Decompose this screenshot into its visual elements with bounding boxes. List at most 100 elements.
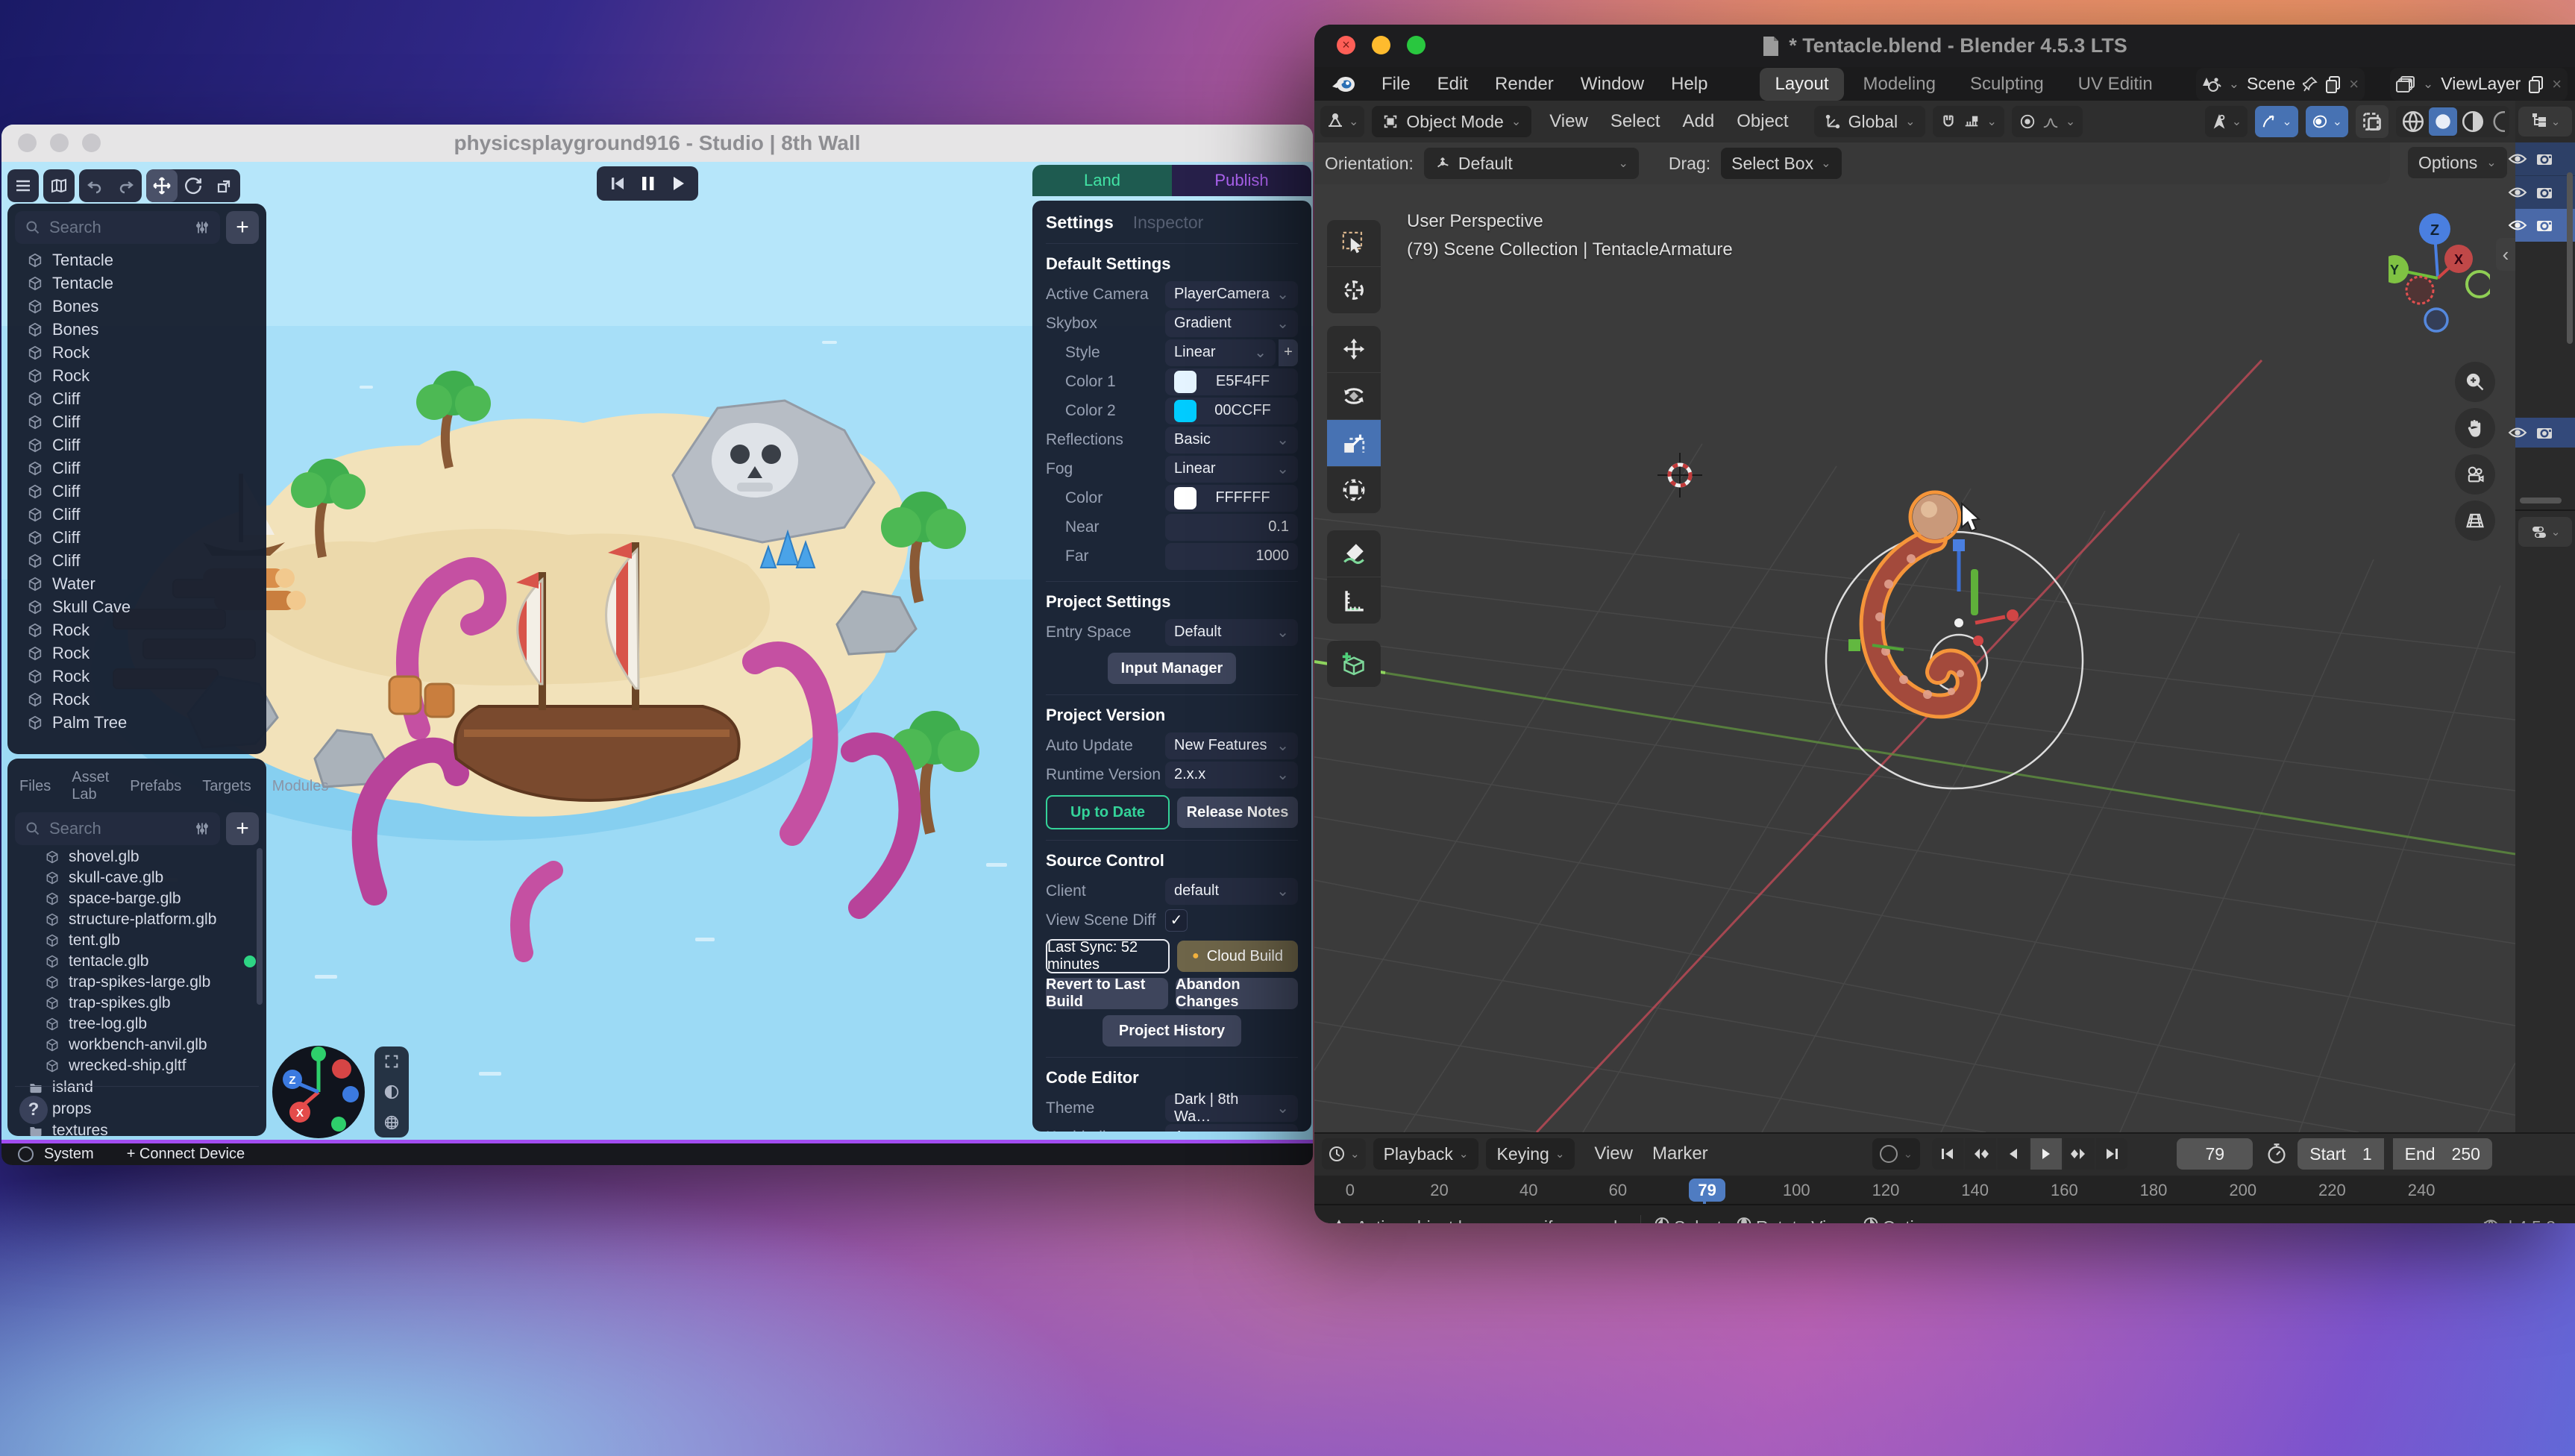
editor-type-button[interactable]: ⌄	[1320, 106, 1364, 137]
tab-inspector[interactable]: Inspector	[1133, 213, 1204, 233]
file-item[interactable]: wrecked-ship.gltf	[7, 1055, 266, 1076]
hierarchy-item[interactable]: Cliff	[7, 503, 266, 526]
timeline-tick[interactable]: 220	[2318, 1181, 2346, 1199]
timeline-marker-menu[interactable]: Marker	[1652, 1143, 1708, 1164]
skip-to-start-icon[interactable]	[609, 175, 626, 192]
timeline-ruler[interactable]: 020406079100120140160180200220240	[1314, 1176, 2575, 1205]
shading-solid-icon[interactable]	[2429, 107, 2457, 136]
xray-toggle[interactable]: ⌄	[2306, 106, 2348, 137]
viewlayer-name[interactable]: ViewLayer	[2441, 74, 2521, 94]
outliner-row[interactable]	[2515, 418, 2575, 448]
files-tab[interactable]: Targets	[202, 778, 251, 795]
files-scrollbar[interactable]	[257, 848, 263, 1005]
help-icon[interactable]: ?	[19, 1096, 48, 1124]
timeline-tick[interactable]: 180	[2140, 1181, 2168, 1199]
files-tab[interactable]: Files	[19, 778, 51, 795]
snap-magnet-icon[interactable]	[1940, 113, 1957, 130]
hierarchy-item[interactable]: Bones	[7, 318, 266, 341]
tab-land[interactable]: Land	[1032, 165, 1172, 196]
mode-selector[interactable]: Object Mode⌄	[1372, 106, 1531, 137]
hierarchy-item[interactable]: Cliff	[7, 410, 266, 433]
file-item[interactable]: trap-spikes.glb	[7, 993, 266, 1014]
auto-key-record-icon[interactable]	[1880, 1145, 1898, 1163]
timeline-view-menu[interactable]: View	[1594, 1143, 1633, 1164]
outliner-hscrollbar[interactable]	[2520, 498, 2562, 503]
play-icon[interactable]	[671, 175, 686, 192]
new-viewlayer-icon[interactable]	[2528, 75, 2544, 93]
pin-icon[interactable]	[2303, 76, 2318, 92]
view-scene-diff-checkbox[interactable]	[1165, 909, 1188, 932]
file-item[interactable]: workbench-anvil.glb	[7, 1035, 266, 1055]
file-item[interactable]: skull-cave.glb	[7, 867, 266, 888]
scene-name[interactable]: Scene	[2247, 74, 2295, 94]
hierarchy-item[interactable]: Water	[7, 572, 266, 595]
eye-icon[interactable]	[2508, 184, 2527, 201]
proportional-edit-icon[interactable]	[2019, 113, 2036, 130]
select-box-tool[interactable]	[1327, 220, 1381, 266]
timeline-tick[interactable]: 0	[1346, 1181, 1355, 1199]
keying-menu[interactable]: Keying⌄	[1486, 1138, 1575, 1170]
show-overlays-toggle[interactable]: ⌄	[2255, 106, 2298, 137]
orientation-select[interactable]: Default⌄	[1424, 148, 1639, 179]
timeline-tick[interactable]: 60	[1609, 1181, 1627, 1199]
hierarchy-item[interactable]: Cliff	[7, 549, 266, 572]
shading-wireframe-icon[interactable]	[2399, 107, 2427, 136]
file-item[interactable]: tent.glb	[7, 930, 266, 951]
ortho-grid-icon[interactable]	[2455, 501, 2495, 541]
files-tab[interactable]: Modules	[272, 778, 329, 795]
hierarchy-item[interactable]: Rock	[7, 364, 266, 387]
hierarchy-item[interactable]: Cliff	[7, 480, 266, 503]
map-icon[interactable]	[43, 169, 75, 202]
blender-logo-icon[interactable]	[1331, 75, 1356, 94]
menu-item[interactable]: File	[1381, 74, 1411, 95]
options-button[interactable]: Options⌄	[2408, 147, 2507, 178]
navigation-gizmo[interactable]: Z X Y	[2389, 195, 2490, 344]
eye-icon[interactable]	[2508, 424, 2527, 441]
file-item[interactable]: trap-spikes-large.glb	[7, 972, 266, 993]
hierarchy-item[interactable]: Cliff	[7, 433, 266, 456]
workspace-tab[interactable]: UV Editin	[2063, 68, 2168, 101]
collapse-sidebar-icon[interactable]: ‹	[2496, 238, 2515, 271]
menu-item[interactable]: Edit	[1437, 74, 1468, 95]
style-add-button[interactable]: +	[1279, 339, 1298, 366]
blender-titlebar[interactable]: × * Tentacle.blend - Blender 4.5.3 LTS	[1314, 25, 2575, 67]
remove-viewlayer-icon[interactable]: ×	[2552, 75, 2562, 94]
tab-publish[interactable]: Publish	[1172, 165, 1311, 196]
scene-datablock-icon[interactable]	[2202, 75, 2221, 93]
timeline-tick[interactable]: 240	[2408, 1181, 2436, 1199]
timeline-tick[interactable]: 100	[1783, 1181, 1810, 1199]
studio-orientation-gizmo[interactable]: Z X	[270, 1044, 367, 1140]
annotate-tool[interactable]	[1327, 530, 1381, 577]
menu-item[interactable]: Help	[1671, 74, 1707, 95]
color1-swatch[interactable]	[1174, 371, 1196, 393]
timeline-tick[interactable]: 79	[1689, 1179, 1725, 1202]
rotate-tool-button[interactable]	[178, 169, 209, 202]
color2-field[interactable]: 00CCFF	[1165, 398, 1298, 424]
filter-icon[interactable]	[195, 821, 210, 836]
drag-select[interactable]: Select Box⌄	[1721, 148, 1841, 179]
stopwatch-icon[interactable]	[2266, 1143, 2287, 1165]
play-button[interactable]	[2030, 1138, 2062, 1170]
abandon-changes-button[interactable]: Abandon Changes	[1176, 978, 1298, 1009]
next-keyframe-button[interactable]	[2063, 1138, 2095, 1170]
properties-editor-type-button[interactable]: ⌄	[2518, 517, 2572, 547]
folder-item[interactable]: textures	[7, 1120, 266, 1140]
viewlayer-datablock-icon[interactable]	[2396, 75, 2415, 93]
skybox-select[interactable]: Gradient	[1165, 310, 1298, 337]
file-item[interactable]: shovel.glb	[7, 847, 266, 867]
files-tab[interactable]: Prefabs	[130, 778, 181, 795]
outliner-editor-type-button[interactable]: ⌄	[2518, 107, 2572, 136]
fog-select[interactable]: Linear	[1165, 456, 1298, 483]
eye-icon[interactable]	[2508, 151, 2527, 167]
workspace-tab[interactable]: Sculpting	[1955, 68, 2059, 101]
render-visibility-camera-icon[interactable]	[2535, 150, 2556, 168]
files-tab[interactable]: Asset Lab	[72, 769, 109, 803]
filter-icon[interactable]	[195, 220, 210, 235]
file-item[interactable]: structure-platform.glb	[7, 909, 266, 930]
studio-titlebar[interactable]: physicsplayground916 - Studio | 8th Wall	[1, 125, 1313, 163]
jump-to-end-button[interactable]	[2096, 1138, 2127, 1170]
scale-tool-button[interactable]	[209, 169, 240, 202]
timeline-tick[interactable]: 140	[1961, 1181, 1989, 1199]
camera-view-icon[interactable]	[2455, 454, 2495, 495]
hierarchy-item[interactable]: Tentacle	[7, 248, 266, 272]
